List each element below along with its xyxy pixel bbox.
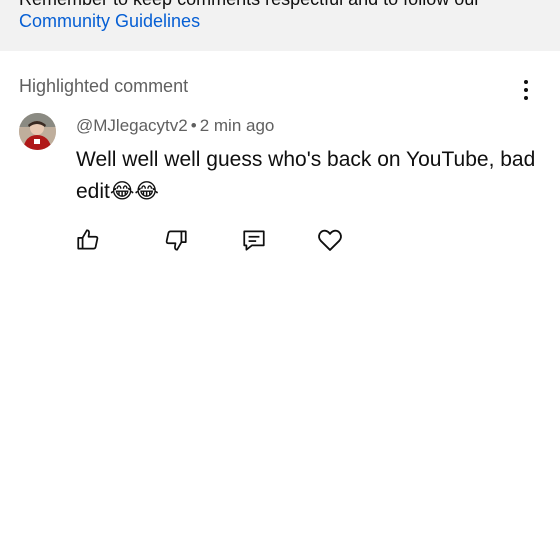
- section-title: Highlighted comment: [19, 76, 189, 96]
- dislike-button[interactable]: [162, 226, 190, 254]
- thumb-down-icon: [165, 230, 187, 251]
- more-vert-icon-dot: [524, 96, 528, 100]
- heart-button[interactable]: [316, 226, 344, 254]
- avatar[interactable]: [19, 113, 56, 150]
- comment-author[interactable]: @MJlegacytv2: [76, 116, 188, 135]
- comment-body: Well well well guess who's back on YouTu…: [76, 148, 536, 203]
- avatar-image: [19, 113, 56, 150]
- community-guidelines-link[interactable]: Community Guidelines: [19, 10, 200, 32]
- comment-meta: @MJlegacytv2 • 2 min ago: [76, 116, 274, 136]
- comments-panel: Remember to keep comments respectful and…: [0, 0, 560, 560]
- heart-icon: [318, 229, 342, 251]
- comment-time: 2 min ago: [199, 116, 275, 135]
- more-options-button[interactable]: [512, 76, 540, 104]
- guidelines-banner: Remember to keep comments respectful and…: [0, 0, 560, 51]
- thumb-up-icon: [77, 229, 99, 250]
- meta-separator: •: [190, 116, 197, 135]
- like-button[interactable]: [74, 226, 102, 254]
- banner-text: Remember to keep comments respectful and…: [19, 0, 480, 10]
- reply-button[interactable]: [240, 226, 268, 254]
- reply-comment-icon: [243, 230, 265, 251]
- more-vert-icon-dot: [524, 88, 528, 92]
- more-vert-icon: [524, 80, 528, 84]
